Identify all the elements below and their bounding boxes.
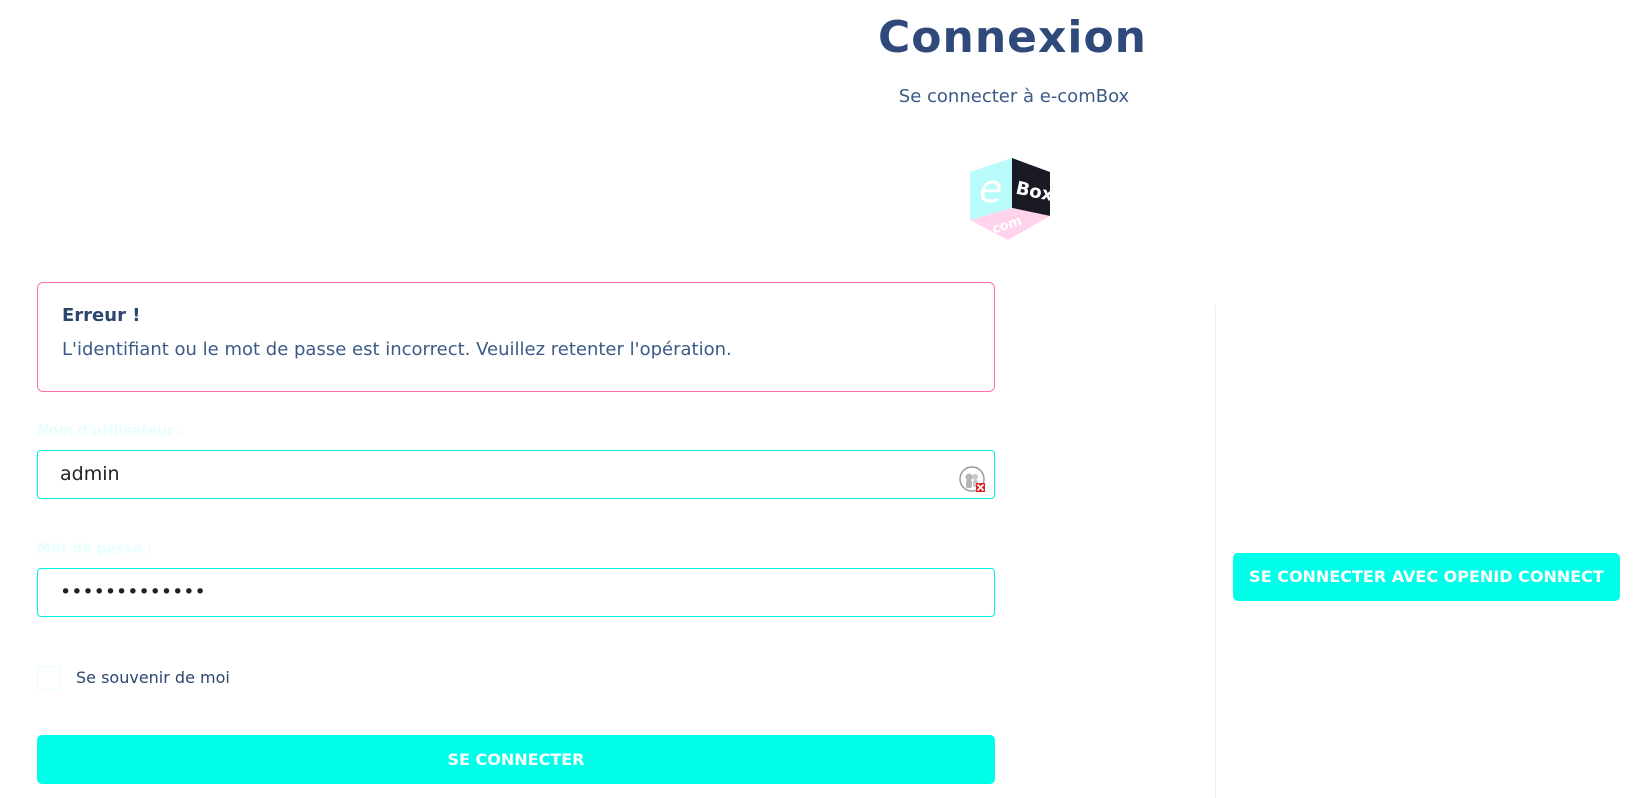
logo-letter-e: e — [979, 167, 1002, 211]
vertical-divider — [1215, 305, 1216, 798]
password-manager-icon[interactable] — [958, 465, 986, 493]
error-message: L'identifiant ou le mot de passe est inc… — [62, 339, 732, 360]
password-label: Mot de passe : — [37, 541, 153, 557]
username-input[interactable]: admin — [37, 450, 995, 499]
ecombox-logo: e Box com — [970, 158, 1056, 240]
remember-me-checkbox[interactable] — [37, 666, 61, 690]
page-subtitle-container: Se connecter à e-comBox — [0, 86, 1635, 107]
page-title-container: Connexion — [0, 12, 1635, 63]
page-title: Connexion — [877, 12, 1148, 63]
openid-connect-button[interactable]: SE CONNECTER AVEC OPENID CONNECT — [1233, 553, 1620, 601]
password-input[interactable]: ••••••••••••• — [37, 568, 995, 617]
page-subtitle: Se connecter à e-comBox — [898, 86, 1130, 107]
password-value: ••••••••••••• — [60, 581, 206, 603]
error-alert: Erreur ! L'identifiant ou le mot de pass… — [37, 282, 995, 392]
remember-me-label[interactable]: Se souvenir de moi — [76, 668, 230, 687]
login-button[interactable]: SE CONNECTER — [37, 735, 995, 784]
username-value: admin — [60, 463, 120, 485]
error-title: Erreur ! — [62, 305, 141, 326]
username-label: Nom d'utilisateur : — [37, 423, 185, 439]
